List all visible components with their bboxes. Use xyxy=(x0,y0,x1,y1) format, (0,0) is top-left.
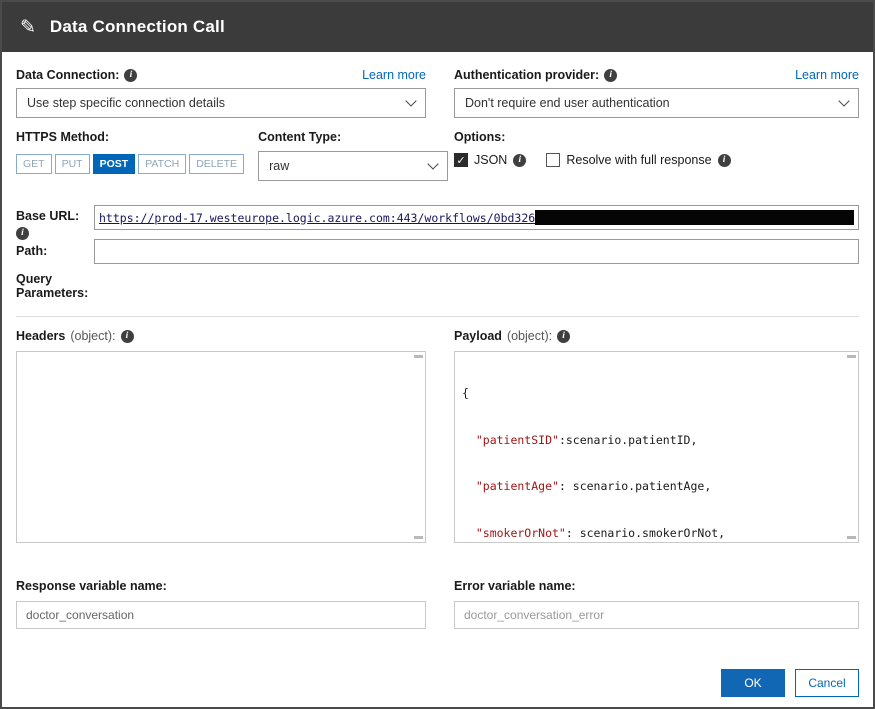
info-icon[interactable]: i xyxy=(513,154,526,167)
json-checkbox[interactable]: ✓ JSON i xyxy=(454,153,526,167)
info-icon[interactable]: i xyxy=(124,69,137,82)
payload-code-line: "smokerOrNot": scenario.smokerOrNot, xyxy=(462,526,851,542)
checkbox-checked-icon[interactable]: ✓ xyxy=(454,153,468,167)
chevron-down-icon xyxy=(427,158,438,169)
payload-label: Payload xyxy=(454,329,502,343)
data-connection-learn-more-link[interactable]: Learn more xyxy=(362,68,426,82)
response-variable-label: Response variable name: xyxy=(16,579,426,593)
query-params-label-cell: Query Parameters: xyxy=(16,264,94,300)
payload-editor[interactable]: { "patientSID":scenario.patientID, "pati… xyxy=(454,351,859,543)
dialog-title: Data Connection Call xyxy=(50,17,225,37)
error-variable-input[interactable]: doctor_conversation_error xyxy=(454,601,859,629)
base-url-input[interactable]: https://prod-17.westeurope.logic.azure.c… xyxy=(94,205,859,230)
dialog-body: Data Connection: i Learn more Use step s… xyxy=(2,52,873,707)
method-button-post[interactable]: POST xyxy=(93,154,136,174)
checkbox-unchecked-icon[interactable]: ✓ xyxy=(546,153,560,167)
https-method-label: HTTPS Method: xyxy=(16,130,244,144)
path-input[interactable] xyxy=(94,239,859,264)
path-label-cell: Path: xyxy=(16,240,94,264)
resolve-checkbox-label: Resolve with full response xyxy=(566,153,711,167)
payload-sublabel: (object): xyxy=(507,329,552,343)
section-divider xyxy=(16,316,859,317)
base-url-label: Base URL: xyxy=(16,209,79,223)
scrollbar-bottom-tick[interactable] xyxy=(847,536,856,539)
headers-label: Headers xyxy=(16,329,65,343)
headers-editor[interactable] xyxy=(16,351,426,543)
data-connection-selected-value: Use step specific connection details xyxy=(27,96,225,110)
path-label: Path: xyxy=(16,244,47,258)
ok-button[interactable]: OK xyxy=(721,669,785,697)
method-button-delete[interactable]: DELETE xyxy=(189,154,244,174)
dialog-header: ✎ Data Connection Call xyxy=(2,2,873,52)
data-connection-select[interactable]: Use step specific connection details xyxy=(16,88,426,118)
scrollbar-top-tick[interactable] xyxy=(414,355,423,358)
query-params-label: Query Parameters: xyxy=(16,272,88,300)
scrollbar-top-tick[interactable] xyxy=(847,355,856,358)
info-icon[interactable]: i xyxy=(557,330,570,343)
response-variable-input[interactable]: doctor_conversation xyxy=(16,601,426,629)
payload-editor-content: { "patientSID":scenario.patientID, "pati… xyxy=(455,352,858,543)
payload-code-line: "patientSID":scenario.patientID, xyxy=(462,433,851,449)
info-icon[interactable]: i xyxy=(121,330,134,343)
content-type-label: Content Type: xyxy=(258,130,448,144)
headers-editor-content xyxy=(17,352,425,358)
auth-provider-selected-value: Don't require end user authentication xyxy=(465,96,670,110)
https-method-group: GET PUT POST PATCH DELETE xyxy=(16,154,244,174)
payload-code-line: "patientAge": scenario.patientAge, xyxy=(462,479,851,495)
base-url-label-cell: Base URL: i xyxy=(16,205,94,240)
auth-provider-label: Authentication provider: xyxy=(454,68,599,82)
edit-pencil-icon: ✎ xyxy=(20,18,36,37)
info-icon[interactable]: i xyxy=(16,227,29,240)
chevron-down-icon xyxy=(405,95,416,106)
info-icon[interactable]: i xyxy=(604,69,617,82)
error-variable-value: doctor_conversation_error xyxy=(464,608,604,622)
options-label: Options: xyxy=(454,130,859,144)
info-icon[interactable]: i xyxy=(718,154,731,167)
redaction-bar xyxy=(535,210,854,225)
content-type-selected-value: raw xyxy=(269,159,289,173)
chevron-down-icon xyxy=(838,95,849,106)
cancel-button[interactable]: Cancel xyxy=(795,669,859,697)
content-type-select[interactable]: raw xyxy=(258,151,448,181)
query-params-input[interactable] xyxy=(94,264,859,289)
data-connection-label: Data Connection: xyxy=(16,68,119,82)
method-button-patch[interactable]: PATCH xyxy=(138,154,186,174)
json-checkbox-label: JSON xyxy=(474,153,507,167)
method-button-put[interactable]: PUT xyxy=(55,154,90,174)
payload-code-line: { xyxy=(462,386,851,402)
data-connection-call-dialog: ✎ Data Connection Call Data Connection: … xyxy=(0,0,875,709)
response-variable-value: doctor_conversation xyxy=(26,608,134,622)
resolve-full-response-checkbox[interactable]: ✓ Resolve with full response i xyxy=(546,153,730,167)
method-button-get[interactable]: GET xyxy=(16,154,52,174)
headers-sublabel: (object): xyxy=(70,329,115,343)
error-variable-label: Error variable name: xyxy=(454,579,859,593)
scrollbar-bottom-tick[interactable] xyxy=(414,536,423,539)
base-url-value: https://prod-17.westeurope.logic.azure.c… xyxy=(99,211,535,225)
auth-provider-learn-more-link[interactable]: Learn more xyxy=(795,68,859,82)
auth-provider-select[interactable]: Don't require end user authentication xyxy=(454,88,859,118)
